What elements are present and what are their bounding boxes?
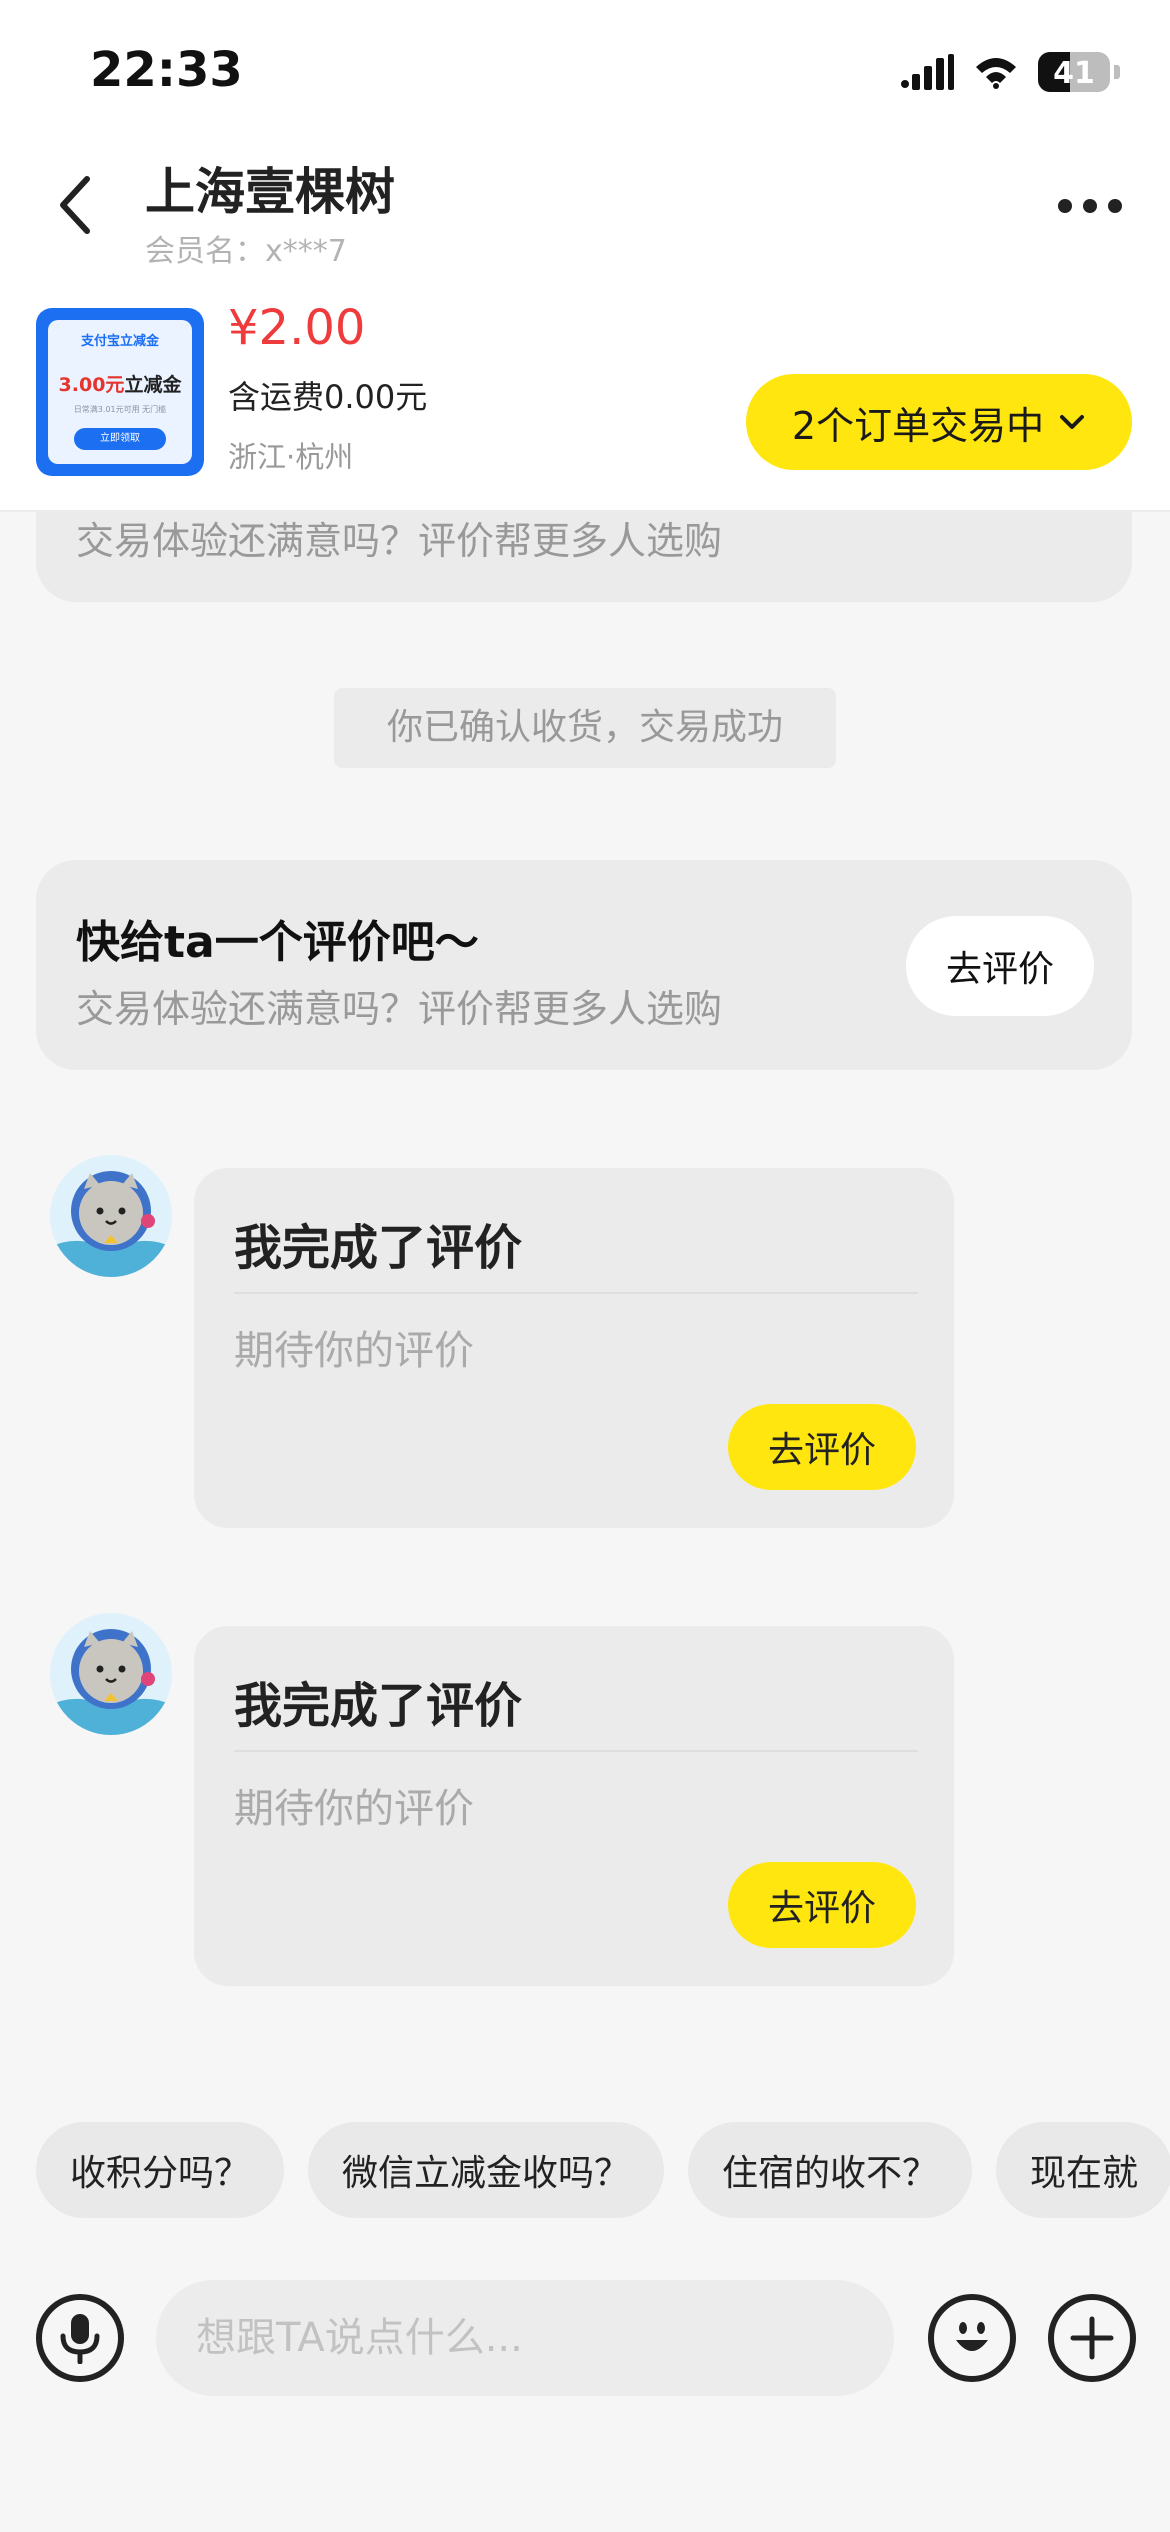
message-desc: 期待你的评价: [234, 1328, 474, 1374]
status-time: 22:33: [90, 42, 243, 98]
thumb-header: 支付宝立减金: [80, 334, 159, 349]
chevron-down-icon: [1060, 415, 1085, 429]
plus-icon: [1070, 2316, 1114, 2360]
shipping-fee: 含运费0.00元: [228, 378, 428, 416]
member-name: 会员名：x***7: [145, 234, 347, 269]
message-title: 我完成了评价: [234, 1678, 523, 1734]
voice-button[interactable]: [36, 2294, 124, 2382]
wifi-icon: [976, 58, 1016, 89]
quick-reply-chip[interactable]: 住宿的收不？: [688, 2122, 973, 2218]
seller-avatar[interactable]: [50, 1155, 172, 1277]
product-location: 浙江·杭州: [228, 440, 354, 474]
thumb-note: 日常满3.01元可用 无门槛: [73, 405, 167, 414]
emoji-button[interactable]: [928, 2294, 1016, 2382]
chevron-left-icon: [60, 176, 90, 234]
orders-in-progress-button[interactable]: 2个订单交易中: [746, 374, 1132, 470]
product-thumbnail[interactable]: 支付宝立减金 3.00元立减金 日常满3.01元可用 无门槛 立即领取: [36, 308, 204, 476]
message-title: 我完成了评价: [234, 1220, 523, 1276]
quick-reply-chip[interactable]: 微信立减金收吗？: [308, 2122, 665, 2218]
bubble-divider: [234, 1292, 918, 1294]
battery-level: 41: [1053, 56, 1095, 91]
status-bar: 22:33 41: [0, 0, 1170, 140]
product-price: ¥2.00: [228, 300, 366, 356]
eval-card-title: 快给ta一个评价吧～: [76, 917, 479, 968]
cat-astronaut-icon: [50, 1155, 172, 1277]
emoji-icon: [956, 2322, 988, 2351]
message-evaluate-button[interactable]: 去评价: [728, 1862, 916, 1948]
battery-tip: [1114, 65, 1120, 79]
chat-header: 22:33 41 上海壹棵树 会员名：x***7 支付宝立减金 3.00元立减金…: [0, 0, 1170, 512]
bubble-divider: [234, 1750, 918, 1752]
message-bubble: 我完成了评价 期待你的评价 去评价: [194, 1168, 954, 1528]
message-bubble: 我完成了评价 期待你的评价 去评价: [194, 1626, 954, 1986]
message-desc: 期待你的评价: [234, 1786, 474, 1832]
more-dot: [1083, 199, 1097, 213]
message-input-bar: [0, 2270, 1170, 2410]
more-dot: [1058, 199, 1072, 213]
shop-title[interactable]: 上海壹棵树: [145, 152, 395, 224]
thumb-amount: 3.00元立减金: [58, 374, 182, 396]
previous-eval-desc: 交易体验还满意吗？评价帮更多人选购: [76, 519, 723, 563]
signal-icon: [901, 54, 954, 90]
status-icons: 41: [900, 52, 1120, 92]
nav-bar: 上海壹棵树 会员名：x***7: [0, 140, 1170, 270]
cat-astronaut-icon: [50, 1613, 172, 1735]
back-button[interactable]: [40, 170, 110, 240]
system-message: 你已确认收货，交易成功: [334, 688, 836, 768]
product-summary[interactable]: 支付宝立减金 3.00元立减金 日常满3.01元可用 无门槛 立即领取 ¥2.0…: [0, 300, 1170, 490]
seller-avatar[interactable]: [50, 1613, 172, 1735]
more-actions-button[interactable]: [1048, 2294, 1136, 2382]
message-input[interactable]: [156, 2280, 894, 2396]
more-dot: [1108, 199, 1122, 213]
evaluation-prompt-card: 快给ta一个评价吧～ 交易体验还满意吗？评价帮更多人选购 去评价: [36, 860, 1132, 1070]
quick-reply-chip[interactable]: 收积分吗？: [36, 2122, 285, 2218]
more-button[interactable]: [1050, 176, 1130, 236]
eval-card-desc: 交易体验还满意吗？评价帮更多人选购: [76, 987, 723, 1031]
quick-reply-chip[interactable]: 现在就: [996, 2122, 1170, 2218]
go-evaluate-button[interactable]: 去评价: [906, 916, 1094, 1016]
thumb-button: 立即领取: [74, 428, 166, 450]
message-evaluate-button[interactable]: 去评价: [728, 1404, 916, 1490]
quick-reply-row: 收积分吗？ 微信立减金收吗？ 住宿的收不？ 现在就: [36, 2122, 1170, 2218]
orders-label: 2个订单交易中: [791, 403, 1045, 448]
microphone-icon: [60, 2314, 100, 2364]
battery-icon: 41: [1038, 52, 1110, 92]
